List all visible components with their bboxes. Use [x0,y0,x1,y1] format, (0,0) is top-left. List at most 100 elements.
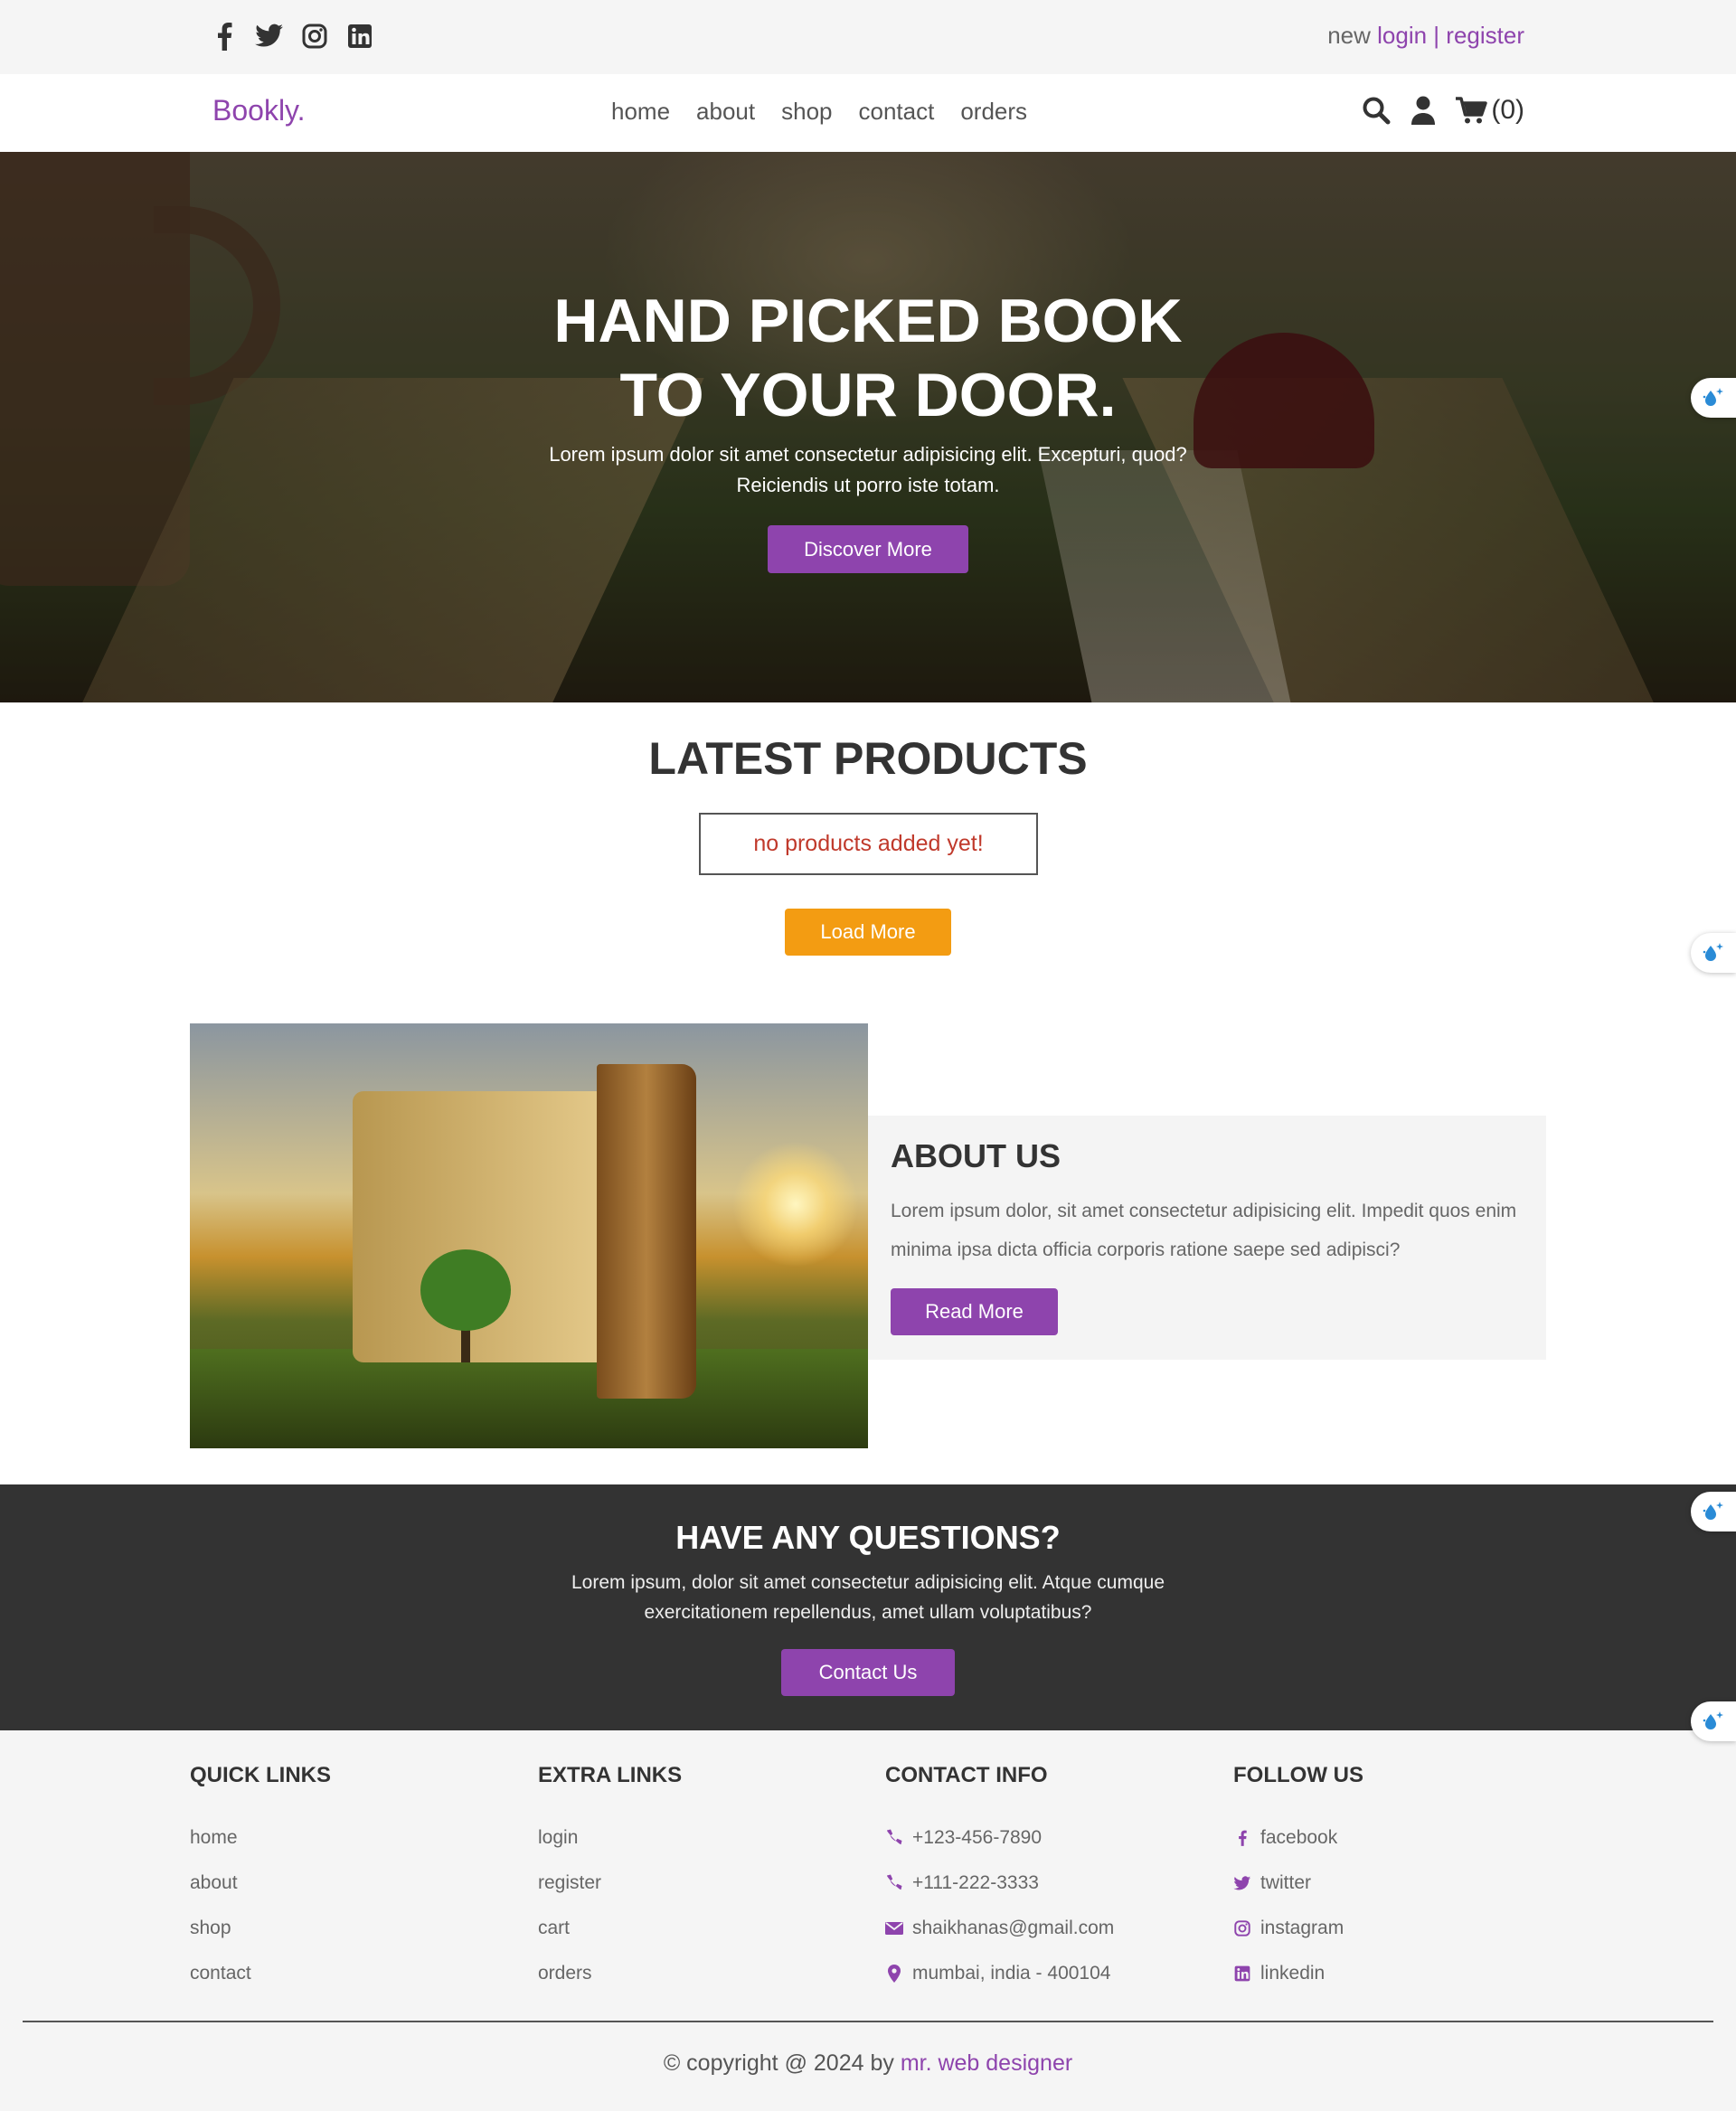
facebook-icon [1233,1828,1251,1848]
nav-shop[interactable]: shop [781,98,832,126]
footer-link-register[interactable]: register [538,1861,863,1906]
footer-link-cart[interactable]: cart [538,1906,863,1951]
about-text: Lorem ipsum dolor, sit amet consectetur … [891,1201,1517,1260]
hero-title-line2: TO YOUR DOOR. [619,361,1117,429]
questions-text: Lorem ipsum, dolor sit amet consectetur … [571,1572,1165,1623]
follow-instagram-label: instagram [1260,1918,1344,1938]
about-image-sun [732,1141,859,1268]
about-image [190,1023,868,1448]
copyright-link[interactable]: mr. web designer [901,2050,1072,2076]
follow-instagram[interactable]: instagram [1233,1906,1559,1951]
follow-facebook[interactable]: facebook [1233,1815,1559,1861]
contact-address: mumbai, india - 400104 [885,1951,1211,1996]
twitter-icon [1233,1873,1251,1893]
nav-contact[interactable]: contact [859,98,935,126]
droplet-sparkle-icon [1703,1502,1723,1520]
follow-twitter-label: twitter [1260,1872,1312,1893]
main-nav: home about shop contact orders [611,98,1027,126]
contact-email[interactable]: shaikhanas@gmail.com [885,1906,1211,1951]
questions-title: HAVE ANY QUESTIONS? [675,1519,1061,1556]
footer-link-contact[interactable]: contact [190,1951,515,1996]
instagram-icon[interactable] [300,20,329,52]
contact-info: CONTACT INFO +123-456-7890 +111-222-3333… [885,1763,1211,1996]
about-image-book-spine [597,1064,696,1399]
twitter-icon[interactable] [255,20,284,52]
login-link[interactable]: login [1377,22,1427,49]
map-marker-icon [885,1964,903,1984]
facebook-icon[interactable] [210,20,239,52]
discover-more-button[interactable]: Discover More [768,525,968,573]
floating-widget-button[interactable] [1691,378,1736,418]
copyright-text: © copyright @ 2024 by [663,2050,894,2076]
cart-icon [1456,97,1488,124]
hero-section: HAND PICKED BOOK TO YOUR DOOR. Lorem ips… [0,152,1736,702]
nav-home[interactable]: home [611,98,670,126]
nav-orders[interactable]: orders [960,98,1027,126]
footer-link-home[interactable]: home [190,1815,515,1861]
floating-widget-button[interactable] [1691,1701,1736,1741]
load-more-button[interactable]: Load More [785,909,951,956]
empty-products-message: no products added yet! [699,813,1038,875]
top-bar: new login | register [0,0,1736,74]
auth-separator: | [1433,22,1440,49]
footer-divider [23,2021,1713,2022]
contact-us-button[interactable]: Contact Us [781,1649,955,1696]
footer-link-label: shop [190,1918,231,1938]
droplet-sparkle-icon [1703,1711,1723,1729]
phone-icon [885,1828,903,1848]
social-links [210,20,374,52]
footer-link-login[interactable]: login [538,1815,863,1861]
contact-phone-1[interactable]: +123-456-7890 [885,1815,1211,1861]
footer-link-about[interactable]: about [190,1861,515,1906]
contact-phone-2-text: +111-222-3333 [912,1872,1039,1893]
header-icons: (0) [1361,92,1524,128]
about-image-tree [420,1249,511,1331]
latest-products-title: LATEST PRODUCTS [648,733,1088,784]
follow-linkedin[interactable]: linkedin [1233,1951,1559,1996]
linkedin-icon[interactable] [345,20,374,52]
logo[interactable]: Bookly. [212,94,306,127]
follow-linkedin-label: linkedin [1260,1963,1326,1984]
hero-title: HAND PICKED BOOK TO YOUR DOOR. [0,284,1736,432]
quick-links-title: QUICK LINKS [190,1763,331,1787]
contact-info-title: CONTACT INFO [885,1763,1048,1787]
questions-section: HAVE ANY QUESTIONS? Lorem ipsum, dolor s… [0,1484,1736,1730]
phone-icon [885,1873,903,1893]
footer-link-label: register [538,1872,602,1893]
auth-prefix: new [1327,22,1371,49]
register-link[interactable]: register [1446,22,1524,49]
droplet-sparkle-icon [1703,943,1723,961]
footer-link-shop[interactable]: shop [190,1906,515,1951]
footer-link-label: cart [538,1918,571,1938]
footer-link-label: about [190,1872,238,1893]
search-icon[interactable] [1361,92,1392,128]
about-content: ABOUT US Lorem ipsum dolor, sit amet con… [868,1116,1546,1360]
follow-twitter[interactable]: twitter [1233,1861,1559,1906]
auth-links: new login | register [1327,22,1524,50]
floating-widget-button[interactable] [1691,933,1736,973]
nav-about[interactable]: about [696,98,755,126]
contact-address-text: mumbai, india - 400104 [912,1963,1111,1984]
main-header: Bookly. home about shop contact orders (… [0,74,1736,152]
droplet-sparkle-icon [1703,388,1723,406]
extra-links-title: EXTRA LINKS [538,1763,683,1787]
follow-facebook-label: facebook [1260,1827,1338,1848]
user-icon[interactable] [1408,92,1439,128]
envelope-icon [885,1918,903,1938]
footer-link-orders[interactable]: orders [538,1951,863,1996]
cart-link[interactable]: (0) [1455,95,1524,126]
hero-title-line1: HAND PICKED BOOK [553,287,1183,355]
cart-count: (0) [1491,95,1524,125]
floating-widget-button[interactable] [1691,1492,1736,1531]
instagram-icon [1233,1918,1251,1938]
footer-link-label: home [190,1827,238,1848]
follow-us: FOLLOW US facebook twitter instagram lin… [1233,1763,1559,1996]
extra-links: EXTRA LINKS login register cart orders [538,1763,863,1996]
footer-link-label: orders [538,1963,592,1984]
contact-phone-2[interactable]: +111-222-3333 [885,1861,1211,1906]
copyright: © copyright @ 2024 by mr. web designer [0,2050,1736,2077]
read-more-button[interactable]: Read More [891,1288,1058,1335]
footer-link-label: contact [190,1963,251,1984]
quick-links: QUICK LINKS home about shop contact [190,1763,515,1996]
contact-phone-1-text: +123-456-7890 [912,1827,1043,1848]
